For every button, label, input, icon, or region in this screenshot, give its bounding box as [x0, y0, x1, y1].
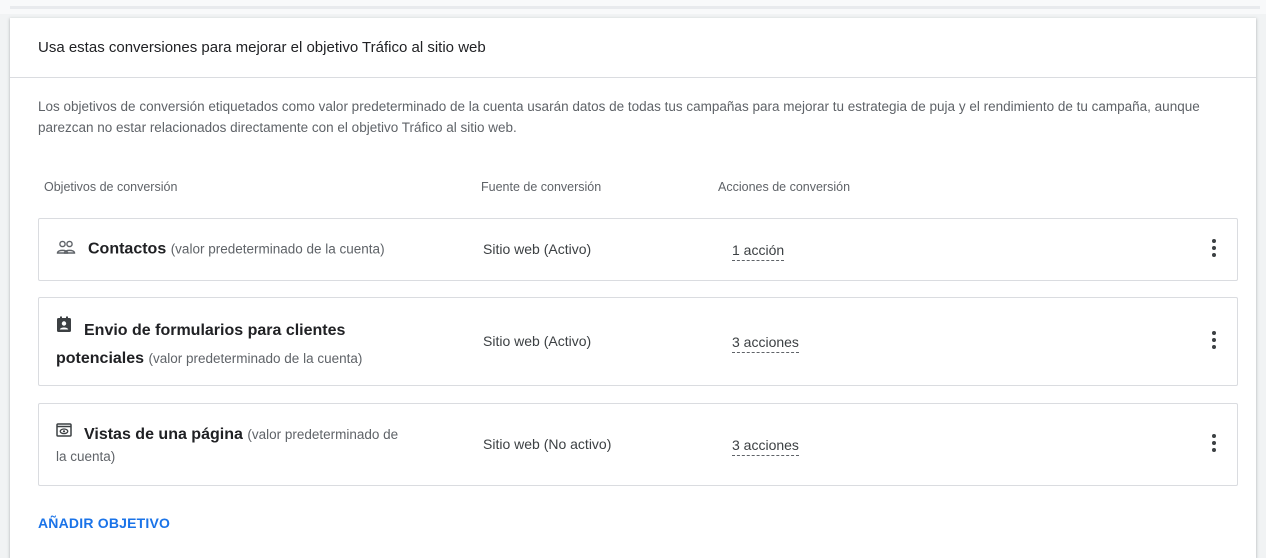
- goal-default-note: (valor predeterminado de: [247, 427, 399, 442]
- goal-name-line1: Envio de formularios para clientes: [84, 322, 346, 339]
- goal-row-contactos[interactable]: Contactos (valor predeterminado de la cu…: [38, 218, 1238, 281]
- conversion-goals-card: Usa estas conversiones para mejorar el o…: [10, 18, 1256, 558]
- goal-source: Sitio web (Activo): [483, 241, 592, 257]
- more-options-icon[interactable]: [1211, 239, 1217, 259]
- goal-name: Contactos: [88, 240, 167, 258]
- goal-source: Sitio web (Activo): [483, 333, 592, 349]
- goal-source: Sitio web (No activo): [483, 436, 612, 452]
- card-title: Usa estas conversiones para mejorar el o…: [38, 39, 486, 56]
- goal-default-note: (valor predeterminado de la cuenta): [170, 241, 385, 257]
- top-edge: [10, 6, 1260, 9]
- goal-actions-link[interactable]: 3 acciones: [732, 436, 799, 456]
- card-description: Los objetivos de conversión etiquetados …: [38, 99, 1200, 135]
- goal-default-note-cont: la cuenta): [56, 449, 116, 464]
- goal-cell: Vistas de una página (valor predetermina…: [56, 422, 456, 468]
- goal-actions-link[interactable]: 3 acciones: [732, 333, 799, 353]
- more-options-icon[interactable]: [1211, 434, 1217, 454]
- goal-default-note: (valor predeterminado de la cuenta): [148, 351, 363, 366]
- card-header: Usa estas conversiones para mejorar el o…: [10, 18, 1256, 78]
- people-icon: [56, 239, 76, 260]
- more-options-icon[interactable]: [1211, 331, 1217, 351]
- goal-row-vistas-pagina[interactable]: Vistas de una página (valor predetermina…: [38, 403, 1238, 486]
- goal-cell: Envio de formularios para clientes poten…: [56, 315, 456, 373]
- column-header-actions: Acciones de conversión: [718, 180, 851, 194]
- column-header-source: Fuente de conversión: [481, 180, 602, 194]
- column-header-goals: Objetivos de conversión: [44, 180, 178, 194]
- top-strip: [0, 0, 1266, 14]
- goal-name: Vistas de una página: [84, 426, 243, 443]
- goal-name-line2: potenciales: [56, 350, 145, 367]
- contact-form-icon: [56, 315, 72, 343]
- add-goal-button[interactable]: AÑADIR OBJETIVO: [38, 515, 170, 531]
- page-view-icon: [56, 422, 72, 444]
- goal-actions-link[interactable]: 1 acción: [732, 241, 785, 261]
- goal-cell: Contactos (valor predeterminado de la cu…: [56, 239, 456, 260]
- goal-row-envio-formularios[interactable]: Envio de formularios para clientes poten…: [38, 297, 1238, 386]
